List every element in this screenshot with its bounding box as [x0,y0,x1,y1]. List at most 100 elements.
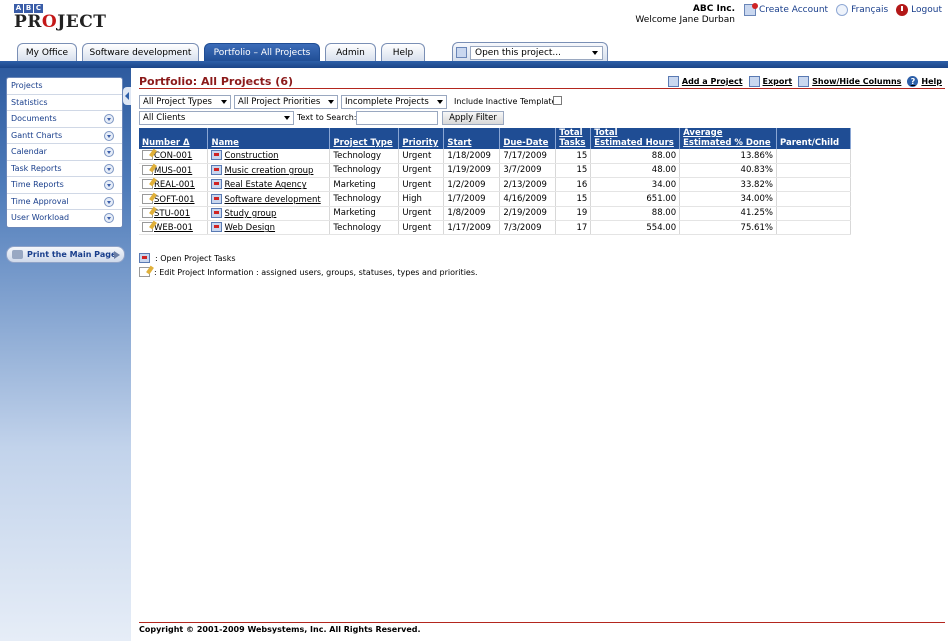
project-number[interactable]: MUS-001 [154,166,192,176]
print-main-page-button[interactable]: Print the Main Page [6,246,125,263]
project-number[interactable]: CON-001 [154,151,192,161]
clients-select[interactable]: All Clients [139,111,294,125]
col-total-tasks-line2: Tasks [559,138,586,148]
project-name-cell[interactable]: Study group [207,206,331,221]
col-hours-line1: Total [594,128,618,138]
col-start[interactable]: Start [443,128,501,149]
col-number[interactable]: Number Δ [139,128,209,149]
col-percent-done[interactable]: Average Estimated % Done [679,128,777,149]
project-name-cell[interactable]: Music creation group [207,163,331,179]
tab-software-development[interactable]: Software development [82,43,199,62]
open-tasks-icon[interactable] [211,222,223,233]
search-input[interactable] [356,111,438,125]
col-priority[interactable]: Priority [398,128,445,149]
tab-admin[interactable]: Admin [325,43,376,62]
col-project-type[interactable]: Project Type [329,128,400,149]
tab-help[interactable]: Help [381,43,425,62]
project-name[interactable]: Music creation group [224,166,313,176]
col-estimated-hours[interactable]: Total Estimated Hours [590,128,681,149]
project-number-cell[interactable]: REAL-001 [139,177,209,193]
sidebar-item-label: Time Approval [11,196,69,206]
tab-my-office[interactable]: My Office [17,43,77,62]
sidebar-item-gantt-charts[interactable]: Gantt Charts [7,128,122,144]
icon-legend: : Open Project Tasks : Edit Project Info… [139,251,478,279]
open-tasks-icon[interactable] [211,179,223,190]
create-account-label: Create Account [758,5,829,15]
expand-icon[interactable] [104,163,114,174]
sidebar-item-time-reports[interactable]: Time Reports [7,177,122,194]
edit-project-icon[interactable] [142,193,153,204]
create-account-link[interactable]: Create Account [743,3,829,16]
project-number-cell[interactable]: SOFT-001 [139,191,209,207]
project-number[interactable]: REAL-001 [154,180,195,190]
collapse-sidebar-icon[interactable] [123,87,131,105]
chevron-down-icon [284,116,290,120]
project-name[interactable]: Web Design [224,223,275,233]
edit-project-icon[interactable] [142,222,153,233]
open-tasks-icon[interactable] [211,150,223,161]
help-link[interactable]: ? Help [907,76,942,87]
priority-cell: High [398,191,445,207]
project-name-cell[interactable]: Construction [207,149,331,164]
language-link[interactable]: Français [836,4,888,16]
export-link[interactable]: Export [748,76,792,87]
project-number-cell[interactable]: MUS-001 [139,163,209,179]
create-account-icon [743,3,758,16]
page-actions: Add a Project Export Show/Hide Columns ?… [667,76,942,87]
tab-portfolio[interactable]: Portfolio – All Projects [204,43,320,62]
status-select[interactable]: Incomplete Projects [341,95,447,109]
sidebar-nav: Projects Statistics Documents Gantt Char… [6,77,123,228]
project-type-select[interactable]: All Project Types [139,95,231,109]
edit-project-icon[interactable] [142,164,153,175]
edit-project-icon[interactable] [142,150,153,161]
project-number-cell[interactable]: STU-001 [139,206,209,221]
project-name[interactable]: Software development [224,195,320,205]
open-tasks-icon[interactable] [211,164,223,175]
col-total-tasks[interactable]: Total Tasks [555,128,592,149]
project-number[interactable]: SOFT-001 [154,195,195,205]
start-cell: 1/2/2009 [443,177,501,193]
edit-project-icon[interactable] [142,179,153,190]
sidebar-item-label: Projects [11,81,43,90]
project-number-cell[interactable]: CON-001 [139,149,209,164]
project-number[interactable]: STU-001 [154,209,190,219]
expand-icon[interactable] [104,130,114,141]
company-name: ABC Inc. [692,4,735,14]
project-number-cell[interactable]: WEB-001 [139,220,209,236]
project-name[interactable]: Construction [224,151,278,161]
include-inactive-checkbox[interactable] [553,96,562,105]
open-tasks-icon[interactable] [211,193,223,204]
expand-icon[interactable] [104,114,114,124]
project-number[interactable]: WEB-001 [154,223,193,233]
apply-filter-button[interactable]: Apply Filter [442,111,504,125]
expand-icon[interactable] [104,196,114,207]
open-project-select[interactable]: Open this project... [470,46,603,60]
sidebar-item-user-workload[interactable]: User Workload [7,210,122,227]
edit-project-icon[interactable] [142,207,153,218]
sidebar-item-time-approval[interactable]: Time Approval [7,194,122,210]
add-project-link[interactable]: Add a Project [667,76,743,87]
project-name-cell[interactable]: Web Design [207,220,331,236]
project-name-cell[interactable]: Software development [207,191,331,207]
project-name[interactable]: Study group [224,209,276,219]
expand-icon[interactable] [104,180,114,190]
project-name[interactable]: Real Estate Agency [224,180,306,190]
col-due-date[interactable]: Due-Date [499,128,557,149]
app-logo[interactable]: ABC PROJECT [14,4,106,31]
logout-link[interactable]: Logout [896,4,942,16]
show-hide-columns-link[interactable]: Show/Hide Columns [798,76,901,87]
sidebar-item-calendar[interactable]: Calendar [7,144,122,161]
sidebar-item-projects[interactable]: Projects [7,78,122,95]
project-name-cell[interactable]: Real Estate Agency [207,177,331,193]
priority-select[interactable]: All Project Priorities [234,95,338,109]
open-tasks-icon [139,253,150,263]
open-tasks-icon[interactable] [211,207,223,218]
expand-icon[interactable] [104,147,114,157]
col-name[interactable]: Name [207,128,331,149]
project-type-cell: Technology [329,191,400,207]
sidebar-item-task-reports[interactable]: Task Reports [7,161,122,177]
sidebar-item-documents[interactable]: Documents [7,111,122,128]
expand-icon[interactable] [104,213,114,223]
sidebar-item-statistics[interactable]: Statistics [7,95,122,111]
total-tasks-cell: 15 [555,191,592,207]
